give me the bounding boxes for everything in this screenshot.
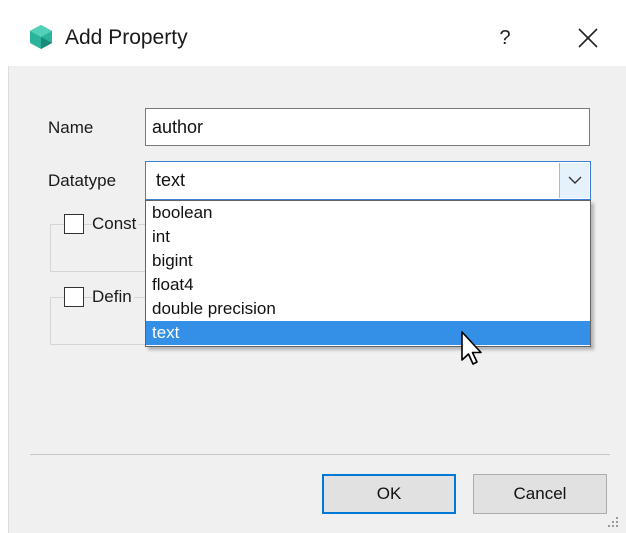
dropdown-option-boolean[interactable]: boolean (146, 201, 590, 225)
footer-divider (30, 454, 610, 455)
define-checkbox[interactable] (64, 287, 84, 307)
name-input[interactable] (145, 108, 590, 146)
datatype-label: Datatype (48, 171, 117, 190)
dropdown-option-text[interactable]: text (146, 321, 590, 345)
constraint-checkbox-label: Const (92, 214, 139, 234)
close-button[interactable] (568, 20, 608, 56)
help-button[interactable]: ? (485, 20, 525, 56)
dropdown-option-int[interactable]: int (146, 225, 590, 249)
add-property-dialog: Add Property ? Name Datatype Const Defin… (0, 0, 626, 533)
background-edge (0, 0, 9, 533)
dropdown-option-bigint[interactable]: bigint (146, 249, 590, 273)
datatype-select[interactable]: text (145, 161, 591, 200)
mouse-pointer-icon (461, 331, 482, 365)
datatype-dropdown-button[interactable] (559, 163, 589, 198)
chevron-down-icon (568, 176, 582, 184)
dropdown-option-float4[interactable]: float4 (146, 273, 590, 297)
constraint-checkbox[interactable] (64, 214, 84, 234)
cancel-button[interactable]: Cancel (473, 474, 607, 514)
name-label: Name (48, 118, 94, 137)
title-bar: Add Property ? (8, 0, 626, 66)
ok-button[interactable]: OK (322, 474, 456, 514)
resize-grip-icon[interactable] (606, 515, 620, 529)
dropdown-option-double-precision[interactable]: double precision (146, 297, 590, 321)
datatype-select-value: text (156, 170, 186, 190)
app-logo-icon (30, 25, 52, 49)
close-icon (578, 28, 598, 48)
dialog-title: Add Property (65, 26, 188, 49)
define-checkbox-label: Defin (92, 287, 134, 307)
datatype-dropdown-list: boolean int bigint float4 double precisi… (145, 200, 591, 347)
